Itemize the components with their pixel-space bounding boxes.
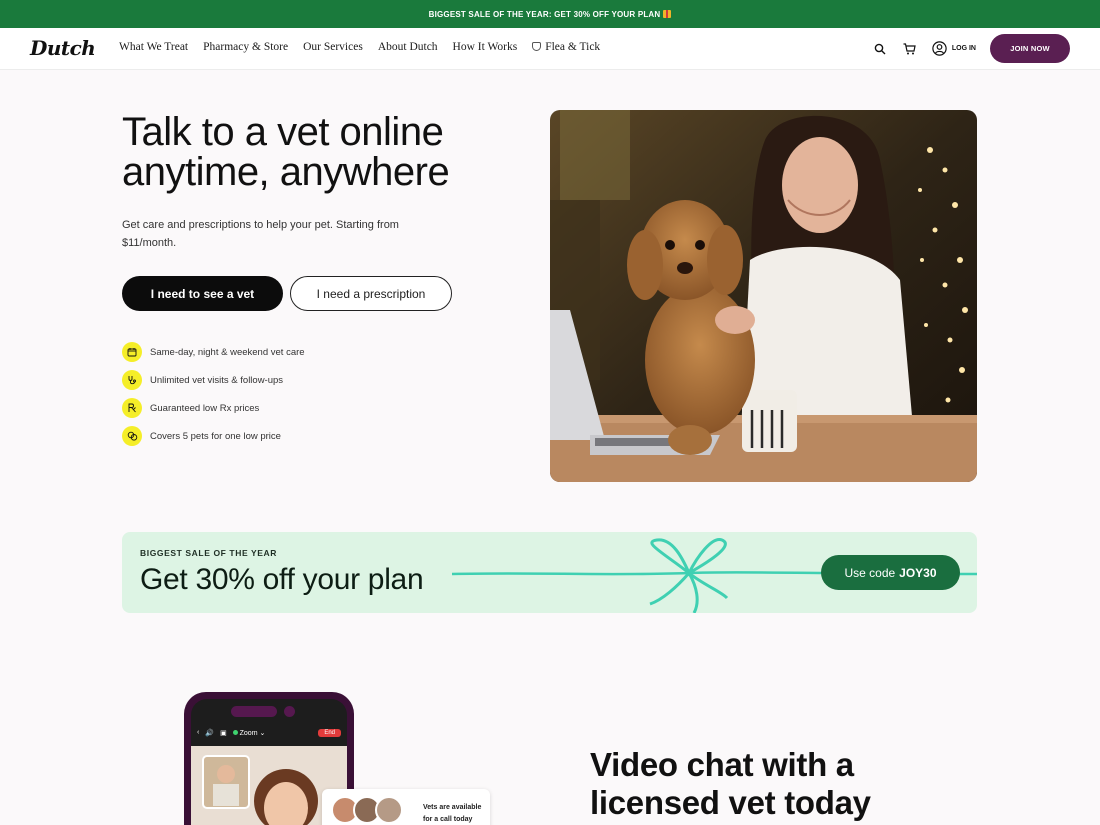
zoom-label: Zoom [239,729,258,737]
back-icon[interactable]: ‹ [197,729,199,736]
phone-camera [284,706,295,717]
login-label: LOG IN [951,45,976,52]
shield-icon [532,42,542,51]
search-icon[interactable] [872,41,888,57]
nav-links: What We Treat Pharmacy & Store Our Servi… [119,41,600,53]
hero-photo-woman-with-dog [550,110,977,482]
feature-text: Guaranteed low Rx prices [150,402,260,414]
avatar [375,796,403,824]
promo-code: JOY30 [899,565,937,580]
zoom-status[interactable]: Zoom ⌄ [232,729,265,737]
feature-text: Same-day, night & weekend vet care [150,346,305,358]
nav-link-flea-tick-label: Flea & Tick [545,41,601,53]
top-nav: Dutch What We Treat Pharmacy & Store Our… [0,28,1100,70]
promo-bar[interactable]: BIGGEST SALE OF THE YEAR: GET 30% OFF YO… [0,0,1100,28]
availability-text: Vets are available for a call today [423,804,482,823]
promo-code-button[interactable]: Use code JOY30 [821,555,960,590]
account-icon [932,41,947,56]
nav-link-what-we-treat[interactable]: What We Treat [119,41,188,53]
speaker-icon[interactable]: 🔊 [205,729,214,737]
status-dot-icon [232,729,238,735]
nav-link-flea-tick[interactable]: Flea & Tick [532,41,600,53]
rx-icon [122,398,142,418]
feature-list: Same-day, night & weekend vet care Unlim… [122,338,305,450]
pets-icon [122,426,142,446]
camera-icon[interactable]: ▣ [220,729,227,737]
need-prescription-button[interactable]: I need a prescription [290,276,452,311]
hero-subtitle: Get care and prescriptions to help your … [122,219,399,249]
feature-item: Unlimited vet visits & follow-ups [122,366,305,394]
feature-item: Covers 5 pets for one low price [122,422,305,450]
calendar-icon [122,342,142,362]
stethoscope-icon [122,370,142,390]
sale-banner[interactable]: BIGGEST SALE OF THE YEAR Get 30% off you… [122,532,977,613]
join-now-button[interactable]: JOIN NOW [990,34,1070,63]
sale-kicker: BIGGEST SALE OF THE YEAR [140,548,278,558]
nav-link-pharmacy-store[interactable]: Pharmacy & Store [203,41,288,53]
promo-code-prefix: Use code [844,565,896,580]
cart-icon[interactable] [902,41,918,57]
feature-item: Guaranteed low Rx prices [122,394,305,422]
feature-item: Same-day, night & weekend vet care [122,338,305,366]
feature-text: Unlimited vet visits & follow-ups [150,374,284,386]
nav-link-about-dutch[interactable]: About Dutch [378,41,438,53]
nav-link-how-it-works[interactable]: How It Works [453,41,518,53]
sale-title: Get 30% off your plan [140,563,424,596]
hero-title: Talk to a vet online anytime, anywhere [122,110,450,194]
login-button[interactable]: LOG IN [932,41,976,56]
feature-text: Covers 5 pets for one low price [150,430,281,442]
nav-link-our-services[interactable]: Our Services [303,41,363,53]
vet-avatars [331,796,403,824]
gift-icon [663,10,672,18]
see-a-vet-button[interactable]: I need to see a vet [122,276,283,311]
nav-actions: LOG IN JOIN NOW [872,34,1070,63]
video-chat-heading: Video chat with a licensed vet today [590,746,871,821]
phone-notch [231,706,277,717]
dutch-logo[interactable]: Dutch [30,36,96,60]
vet-availability-card: Vets are available for a call today [322,789,490,825]
call-toolbar: ‹ 🔊 ▣ Zoom ⌄ End [191,724,347,741]
end-call-button[interactable]: End [318,728,341,737]
promo-text: BIGGEST SALE OF THE YEAR: GET 30% OFF YO… [428,9,661,19]
